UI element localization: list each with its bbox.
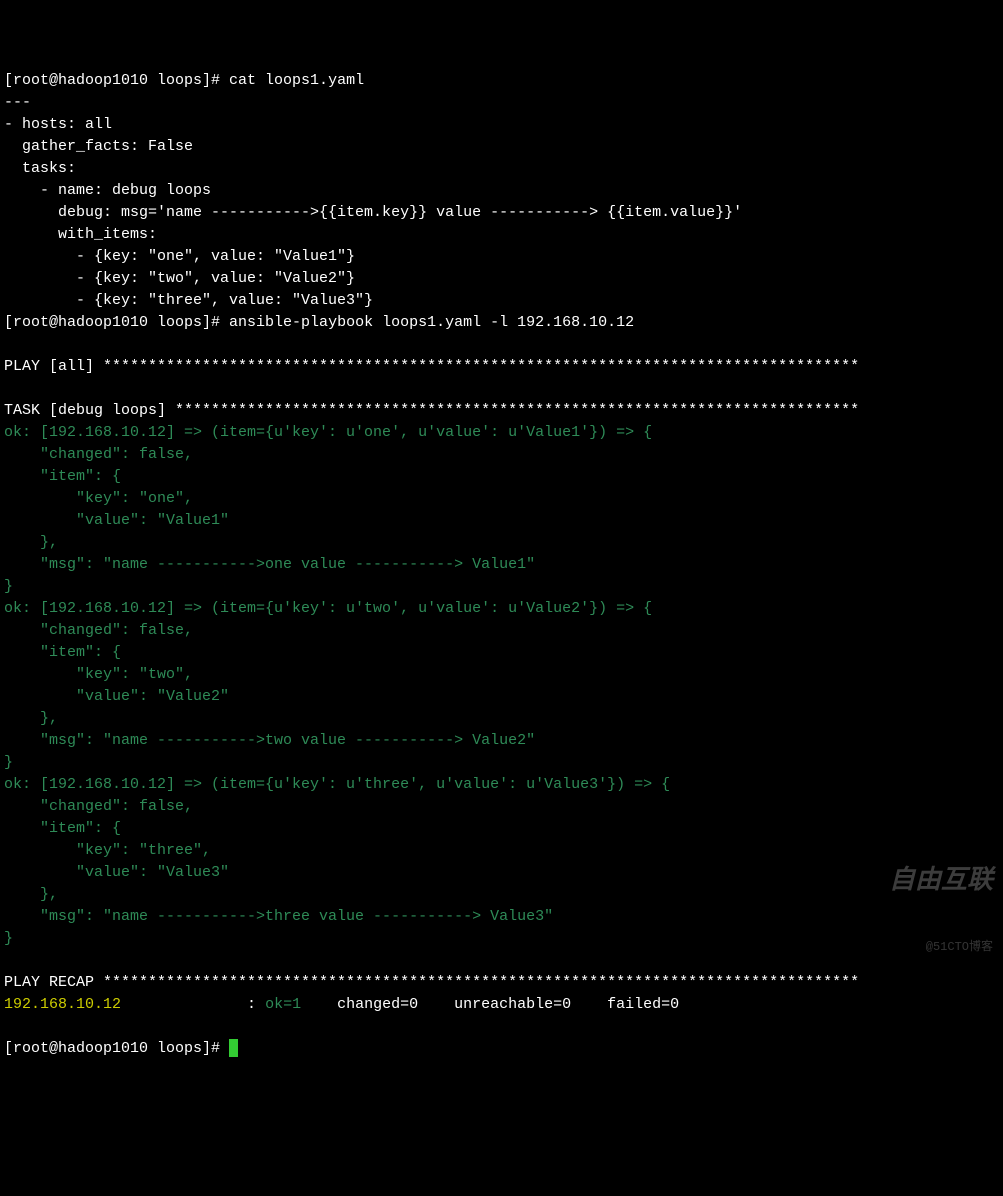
ok-output-line: ok: [192.168.10.12] => (item={u'key': u'… xyxy=(4,600,652,617)
ok-output-line: "value": "Value3" xyxy=(4,864,229,881)
recap-host: 192.168.10.12 xyxy=(4,996,247,1013)
prompt: [root@hadoop1010 loops]# xyxy=(4,314,229,331)
ok-output-line: "value": "Value1" xyxy=(4,512,229,529)
ok-output-line: ok: [192.168.10.12] => (item={u'key': u'… xyxy=(4,424,652,441)
ok-output-line: }, xyxy=(4,710,58,727)
ok-output-line: } xyxy=(4,578,13,595)
ok-output-line: "item": { xyxy=(4,468,121,485)
command-text: cat loops1.yaml xyxy=(229,72,364,89)
yaml-line: - {key: "one", value: "Value1"} xyxy=(4,248,355,265)
ok-output-line: "changed": false, xyxy=(4,622,193,639)
yaml-line: - {key: "two", value: "Value2"} xyxy=(4,270,355,287)
yaml-line: tasks: xyxy=(4,160,76,177)
ok-output-line: }, xyxy=(4,534,58,551)
yaml-line: - {key: "three", value: "Value3"} xyxy=(4,292,373,309)
prompt: [root@hadoop1010 loops]# xyxy=(4,1040,229,1057)
yaml-line: with_items: xyxy=(4,226,157,243)
yaml-line: gather_facts: False xyxy=(4,138,193,155)
ok-output-line: } xyxy=(4,754,13,771)
ok-output-line: "key": "one", xyxy=(4,490,193,507)
recap-rest: changed=0 unreachable=0 failed=0 xyxy=(328,996,706,1013)
terminal-output[interactable]: [root@hadoop1010 loops]# cat loops1.yaml… xyxy=(4,70,999,1060)
play-header: PLAY [all] *****************************… xyxy=(4,358,859,375)
ok-output-line: "changed": false, xyxy=(4,798,193,815)
prompt: [root@hadoop1010 loops]# xyxy=(4,72,229,89)
ok-output-line: "key": "three", xyxy=(4,842,211,859)
cursor-icon xyxy=(229,1039,238,1057)
yaml-line: - hosts: all xyxy=(4,116,112,133)
yaml-line: - name: debug loops xyxy=(4,182,211,199)
ok-output-line: ok: [192.168.10.12] => (item={u'key': u'… xyxy=(4,776,670,793)
ok-output-line: "item": { xyxy=(4,820,121,837)
recap-header: PLAY RECAP *****************************… xyxy=(4,974,859,991)
ok-output-line: }, xyxy=(4,886,58,903)
ok-output-line: "key": "two", xyxy=(4,666,193,683)
ok-output-line: } xyxy=(4,930,13,947)
ok-output-line: "msg": "name ----------->one value -----… xyxy=(4,556,535,573)
ok-output-line: "msg": "name ----------->three value ---… xyxy=(4,908,553,925)
ok-output-line: "item": { xyxy=(4,644,121,661)
recap-ok: ok=1 xyxy=(265,996,328,1013)
ok-output-line: "msg": "name ----------->two value -----… xyxy=(4,732,535,749)
ok-output-line: "changed": false, xyxy=(4,446,193,463)
recap-colon: : xyxy=(247,996,265,1013)
command-text: ansible-playbook loops1.yaml -l 192.168.… xyxy=(229,314,634,331)
task-header: TASK [debug loops] *********************… xyxy=(4,402,859,419)
ok-output-line: "value": "Value2" xyxy=(4,688,229,705)
yaml-line: debug: msg='name ----------->{{item.key}… xyxy=(4,204,742,221)
yaml-line: --- xyxy=(4,94,31,111)
